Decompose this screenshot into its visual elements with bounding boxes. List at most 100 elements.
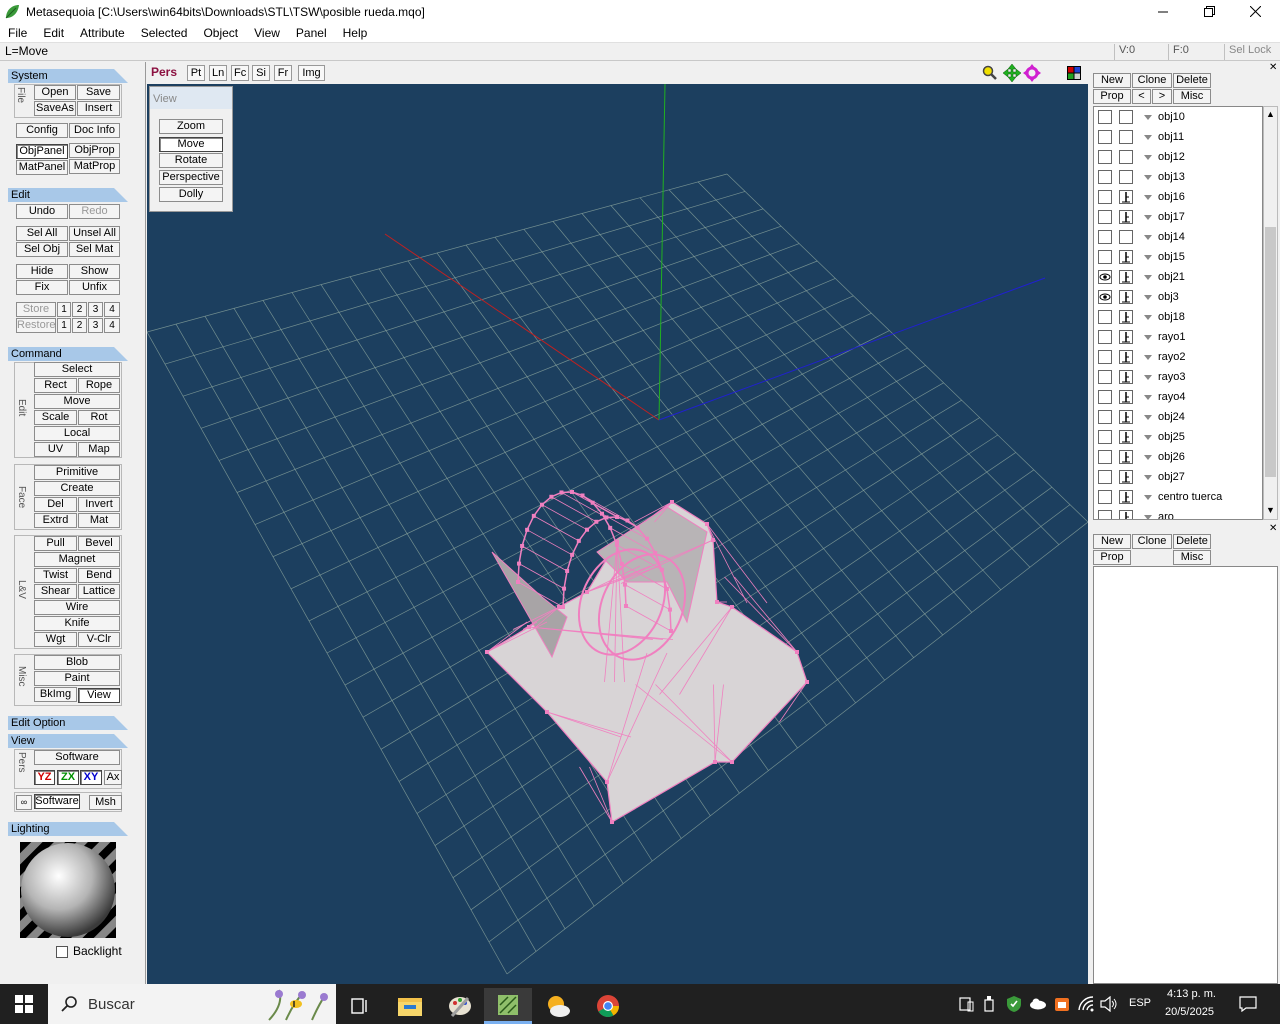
- object-row[interactable]: obj24: [1094, 407, 1262, 427]
- expand-triangle-icon[interactable]: [1144, 455, 1152, 460]
- maximize-button[interactable]: [1186, 0, 1232, 23]
- lock-toggle[interactable]: [1119, 490, 1133, 504]
- visibility-toggle[interactable]: [1098, 270, 1112, 284]
- tab-image[interactable]: Img: [298, 65, 325, 81]
- visibility-toggle[interactable]: [1098, 510, 1112, 519]
- background-image-button[interactable]: BkImg: [34, 687, 77, 702]
- visibility-toggle[interactable]: [1098, 470, 1112, 484]
- expand-triangle-icon[interactable]: [1144, 335, 1152, 340]
- lighting-section-header[interactable]: Lighting: [8, 822, 128, 836]
- tab-points[interactable]: Pt: [187, 65, 205, 81]
- object-new-button[interactable]: New: [1093, 73, 1131, 88]
- magnet-button[interactable]: Magnet: [34, 552, 120, 567]
- vertex-color-button[interactable]: V-Clr: [78, 632, 120, 647]
- store-slot-3[interactable]: 3: [88, 302, 103, 317]
- lock-toggle[interactable]: [1119, 510, 1133, 519]
- expand-triangle-icon[interactable]: [1144, 255, 1152, 260]
- lock-toggle[interactable]: [1119, 150, 1133, 164]
- visibility-toggle[interactable]: [1098, 450, 1112, 464]
- object-row[interactable]: obj3: [1094, 287, 1262, 307]
- scroll-up-icon[interactable]: ▲: [1266, 109, 1275, 119]
- lock-toggle[interactable]: [1119, 290, 1133, 304]
- restore-slot-1[interactable]: 1: [57, 318, 71, 333]
- edit-option-section-header[interactable]: Edit Option: [8, 716, 128, 730]
- weight-button[interactable]: Wgt: [34, 632, 77, 647]
- bevel-button[interactable]: Bevel: [78, 536, 120, 551]
- hide-button[interactable]: Hide: [16, 264, 68, 279]
- security-shield-icon[interactable]: [1006, 996, 1022, 1012]
- material-prop-button[interactable]: Prop: [1093, 550, 1131, 565]
- objprop-button[interactable]: ObjProp: [69, 143, 120, 158]
- matprop-button[interactable]: MatProp: [69, 159, 120, 174]
- zoom-button[interactable]: Zoom: [159, 119, 223, 134]
- object-row[interactable]: obj17: [1094, 207, 1262, 227]
- visibility-toggle[interactable]: [1098, 490, 1112, 504]
- start-button[interactable]: [0, 986, 48, 1022]
- scene-canvas[interactable]: [147, 62, 1088, 984]
- wifi-icon[interactable]: [1078, 996, 1096, 1012]
- expand-triangle-icon[interactable]: [1144, 515, 1152, 519]
- tab-silhouette[interactable]: Si: [252, 65, 270, 81]
- view-section-header[interactable]: View: [8, 734, 128, 748]
- restore-slot-3[interactable]: 3: [88, 318, 103, 333]
- volume-icon[interactable]: [1100, 996, 1118, 1012]
- undo-button[interactable]: Undo: [16, 204, 68, 219]
- store-slot-1[interactable]: 1: [57, 302, 71, 317]
- lock-toggle[interactable]: [1119, 370, 1133, 384]
- expand-triangle-icon[interactable]: [1144, 115, 1152, 120]
- lock-toggle[interactable]: [1119, 410, 1133, 424]
- menu-attribute[interactable]: Attribute: [72, 26, 133, 40]
- visibility-toggle[interactable]: [1098, 310, 1112, 324]
- object-row[interactable]: obj14: [1094, 227, 1262, 247]
- move-view-button[interactable]: Move: [159, 137, 223, 152]
- invert-face-button[interactable]: Invert: [78, 497, 120, 512]
- object-row[interactable]: obj21: [1094, 267, 1262, 287]
- scrollbar-thumb[interactable]: [1265, 227, 1276, 477]
- chrome-button[interactable]: [584, 988, 632, 1024]
- twist-button[interactable]: Twist: [34, 568, 77, 583]
- save-button[interactable]: Save: [77, 85, 120, 100]
- software-render-button[interactable]: Software: [34, 750, 120, 765]
- object-prev-button[interactable]: <: [1132, 89, 1151, 104]
- lock-toggle[interactable]: [1119, 390, 1133, 404]
- lock-toggle[interactable]: [1119, 110, 1133, 124]
- visibility-toggle[interactable]: [1098, 350, 1112, 364]
- matpanel-toggle[interactable]: MatPanel: [16, 160, 68, 175]
- config-button[interactable]: Config: [16, 123, 68, 138]
- expand-triangle-icon[interactable]: [1144, 135, 1152, 140]
- expand-triangle-icon[interactable]: [1144, 195, 1152, 200]
- create-face-button[interactable]: Create: [34, 481, 120, 496]
- visibility-toggle[interactable]: [1098, 170, 1112, 184]
- expand-triangle-icon[interactable]: [1144, 435, 1152, 440]
- usb-drive-icon[interactable]: [982, 996, 996, 1012]
- lock-toggle[interactable]: [1119, 310, 1133, 324]
- visibility-toggle[interactable]: [1098, 190, 1112, 204]
- material-clone-button[interactable]: Clone: [1132, 534, 1172, 549]
- expand-triangle-icon[interactable]: [1144, 175, 1152, 180]
- move-tool-button[interactable]: Move: [34, 394, 120, 409]
- clock-time[interactable]: 4:13 p. m.: [1167, 988, 1216, 1000]
- expand-triangle-icon[interactable]: [1144, 295, 1152, 300]
- lock-toggle[interactable]: [1119, 330, 1133, 344]
- tab-lines[interactable]: Ln: [209, 65, 227, 81]
- objpanel-toggle[interactable]: ObjPanel: [16, 144, 68, 159]
- lock-toggle[interactable]: [1119, 230, 1133, 244]
- lattice-button[interactable]: Lattice: [78, 584, 120, 599]
- select-all-button[interactable]: Sel All: [16, 226, 68, 241]
- material-misc-button[interactable]: Misc: [1173, 550, 1211, 565]
- store-slot-2[interactable]: 2: [72, 302, 87, 317]
- select-object-button[interactable]: Sel Obj: [16, 242, 68, 257]
- edit-section-header[interactable]: Edit: [8, 188, 128, 202]
- minimize-button[interactable]: [1140, 0, 1186, 23]
- rotate-tool-button[interactable]: Rot: [78, 410, 120, 425]
- object-row[interactable]: obj18: [1094, 307, 1262, 327]
- object-list[interactable]: obj10 obj11 obj12 obj13 obj16 obj17 obj14 obj15…: [1093, 106, 1263, 520]
- store-slot-4[interactable]: 4: [104, 302, 120, 317]
- expand-triangle-icon[interactable]: [1144, 235, 1152, 240]
- rect-select-button[interactable]: Rect: [34, 378, 77, 393]
- menu-edit[interactable]: Edit: [35, 26, 72, 40]
- unselect-all-button[interactable]: Unsel All: [69, 226, 120, 241]
- lock-toggle[interactable]: [1119, 210, 1133, 224]
- visibility-toggle[interactable]: [1098, 110, 1112, 124]
- expand-triangle-icon[interactable]: [1144, 495, 1152, 500]
